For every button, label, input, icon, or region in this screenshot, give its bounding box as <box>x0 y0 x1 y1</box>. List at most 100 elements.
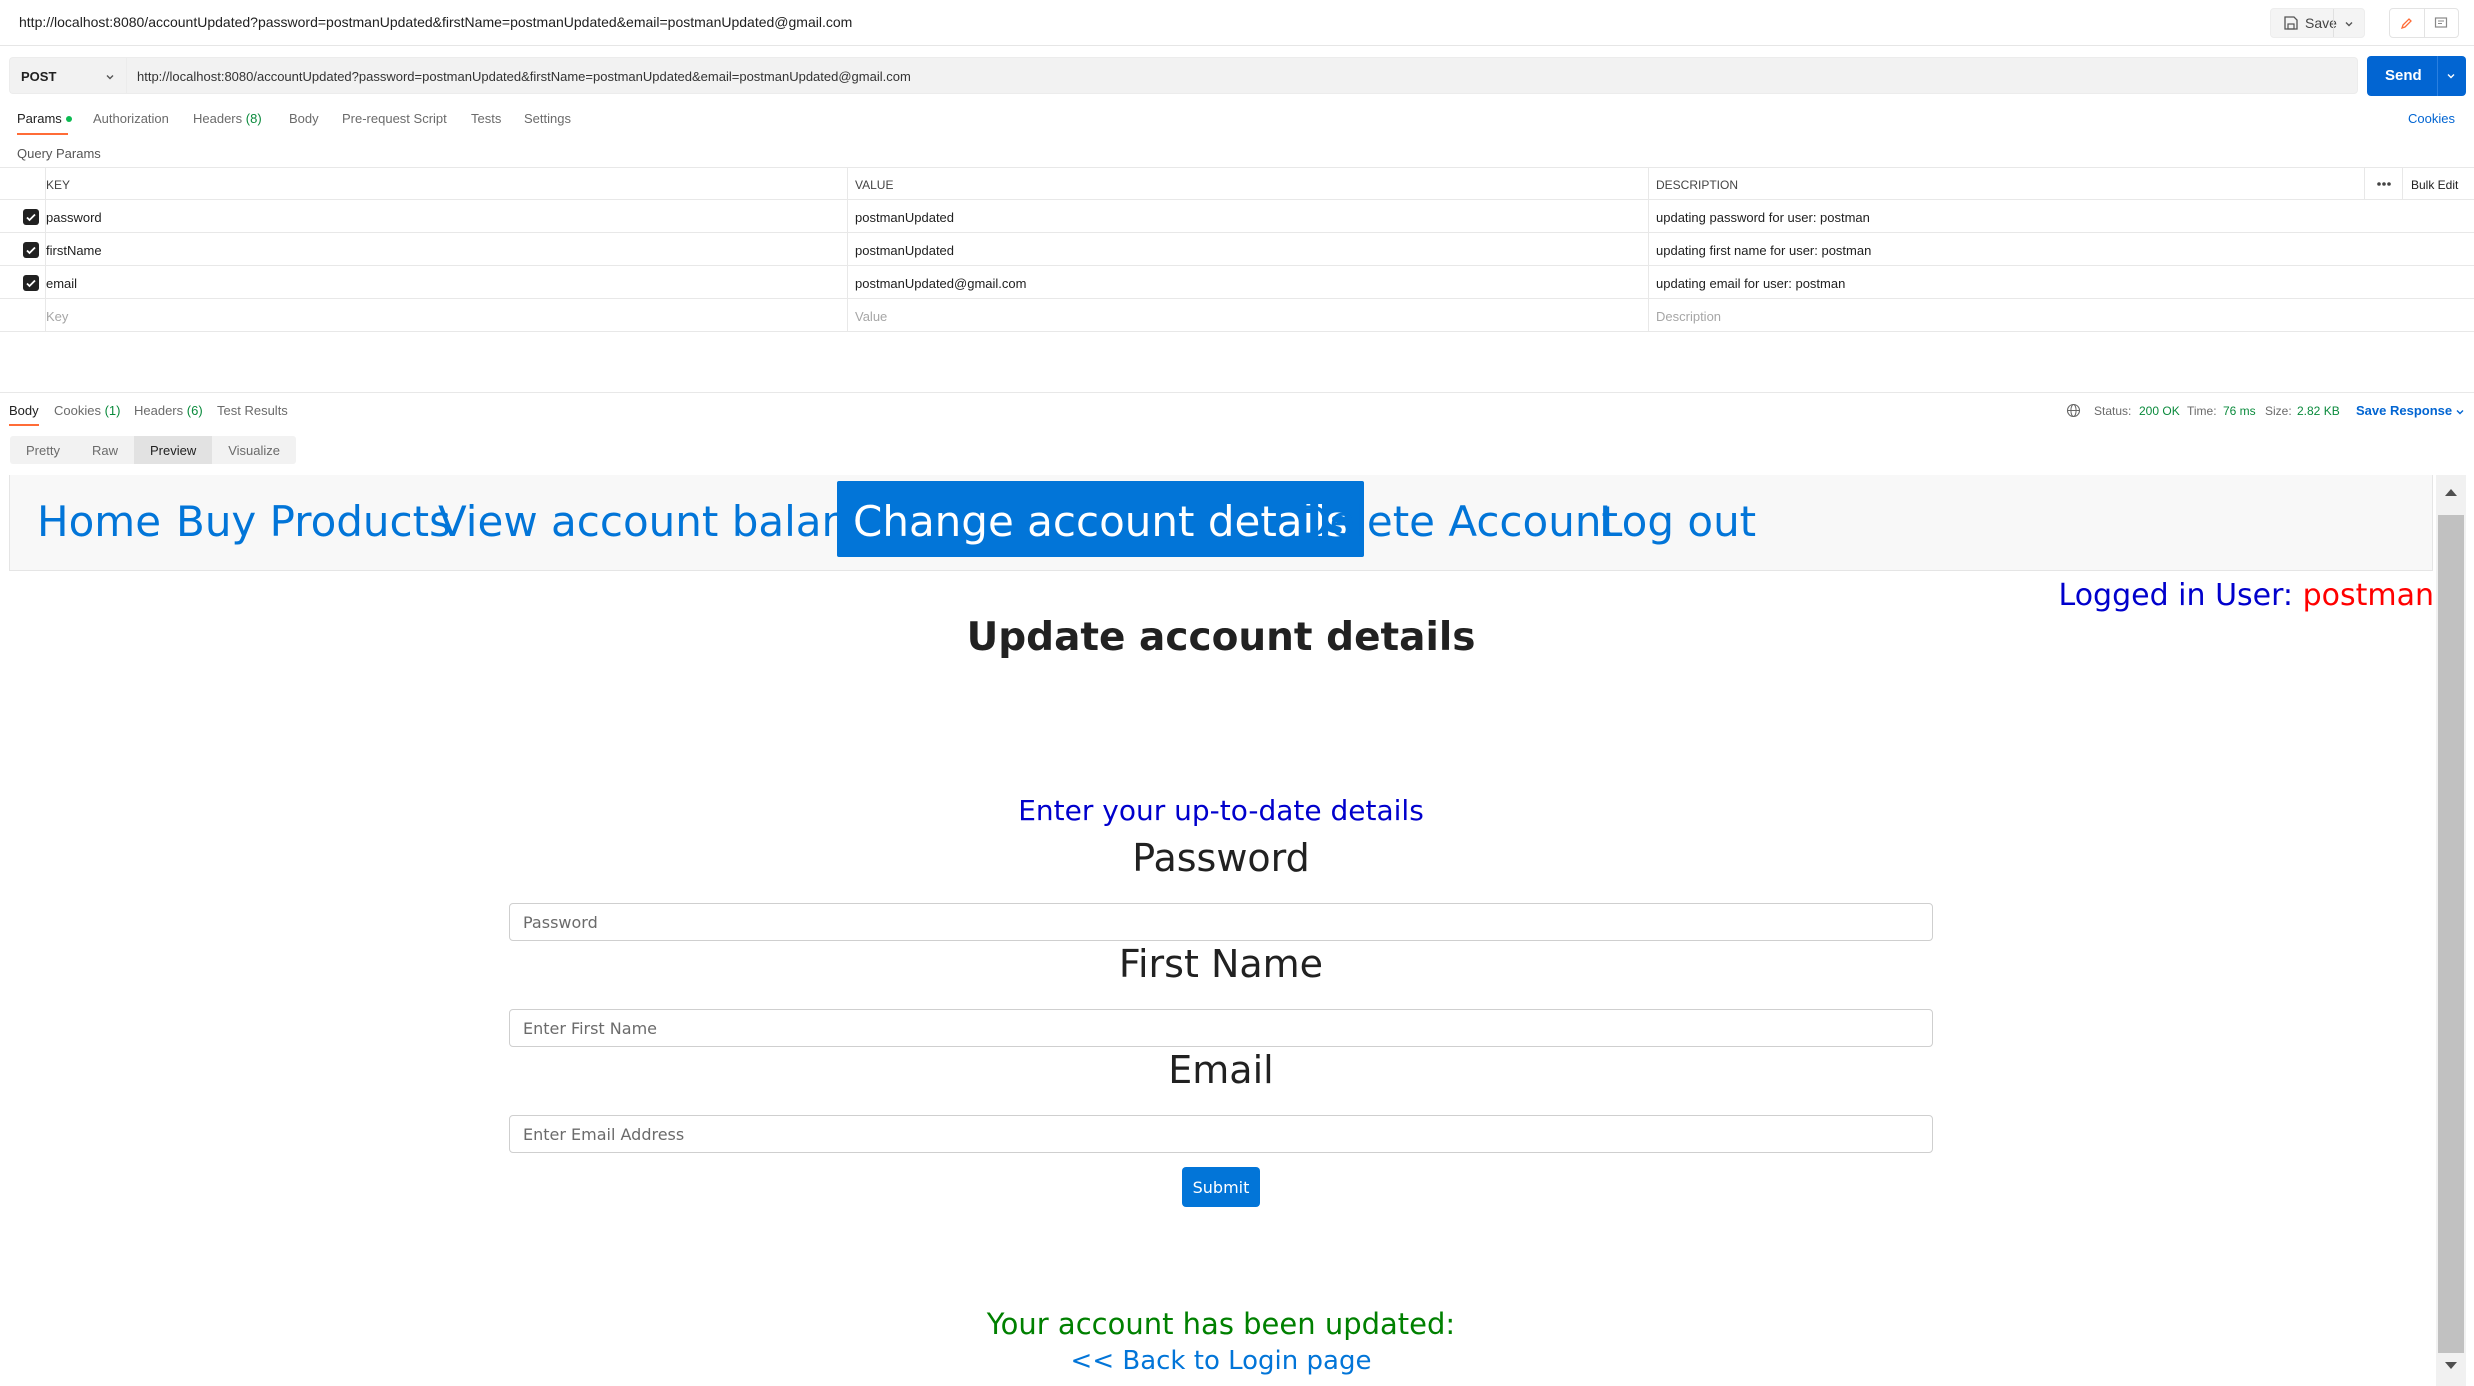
send-divider <box>2437 56 2438 96</box>
password-label: Password <box>1132 836 1310 880</box>
nav-delete-account[interactable]: Delete Account <box>1281 481 1634 557</box>
view-mode-visualize[interactable]: Visualize <box>212 436 296 464</box>
checkmark-icon <box>26 213 36 222</box>
save-icon <box>2284 16 2298 30</box>
chevron-down-icon[interactable] <box>2454 406 2466 418</box>
logged-in-username: postman <box>2302 578 2434 613</box>
panel-divider[interactable] <box>0 392 2474 393</box>
url-input[interactable]: http://localhost:8080/accountUpdated?pas… <box>126 57 2358 94</box>
tab-settings[interactable]: Settings <box>524 111 571 126</box>
param-value[interactable]: postmanUpdated@gmail.com <box>855 276 1026 291</box>
row-checkbox[interactable] <box>23 275 39 291</box>
scrollbar-thumb[interactable] <box>2438 515 2464 1353</box>
new-param-row: Key Value Description <box>0 299 2474 332</box>
site-navbar: Home Buy Products View account balance C… <box>9 475 2433 571</box>
size-value[interactable]: 2.82 KB <box>2297 404 2340 418</box>
method-select[interactable]: POST <box>9 57 126 94</box>
form-intro: Enter your up-to-date details <box>1018 794 1424 827</box>
checkmark-icon <box>26 279 36 288</box>
more-options-icon[interactable] <box>2374 177 2394 191</box>
email-input[interactable] <box>509 1115 1933 1153</box>
tab-authorization[interactable]: Authorization <box>93 111 169 126</box>
logged-in-user: Logged in User: postman <box>2058 578 2434 613</box>
table-row: password postmanUpdated updating passwor… <box>0 200 2474 233</box>
param-value[interactable]: postmanUpdated <box>855 243 954 258</box>
edit-icon[interactable] <box>2390 9 2425 37</box>
tab-test-results[interactable]: Test Results <box>217 403 288 418</box>
scroll-up-icon[interactable] <box>2444 487 2458 497</box>
param-description[interactable]: updating first name for user: postman <box>1656 243 1871 258</box>
view-mode-raw[interactable]: Raw <box>76 436 134 464</box>
nav-log-out[interactable]: Log out <box>1583 481 1772 557</box>
save-divider <box>2333 9 2334 37</box>
email-label: Email <box>1168 1048 1274 1092</box>
new-description-input[interactable]: Description <box>1656 309 1721 324</box>
password-input[interactable] <box>509 903 1933 941</box>
time-label: Time: <box>2187 404 2217 418</box>
param-key[interactable]: email <box>46 276 77 291</box>
table-row: firstName postmanUpdated updating first … <box>0 233 2474 266</box>
params-table: KEY VALUE DESCRIPTION Bulk Edit password… <box>0 167 2474 332</box>
first-name-input[interactable] <box>509 1009 1933 1047</box>
nav-buy-products[interactable]: Buy Products <box>160 481 467 557</box>
tab-response-body[interactable]: Body <box>9 403 39 418</box>
column-description: DESCRIPTION <box>1656 178 1739 192</box>
row-checkbox[interactable] <box>23 242 39 258</box>
response-meta: Status: 200 OK Time: 76 ms Size: 2.82 KB… <box>2066 402 2466 422</box>
param-description[interactable]: updating password for user: postman <box>1656 210 1870 225</box>
view-toggle <box>2389 8 2459 38</box>
submit-button[interactable]: Submit <box>1182 1167 1260 1207</box>
nav-home[interactable]: Home <box>21 481 177 557</box>
tab-response-headers[interactable]: Headers (6) <box>134 403 203 418</box>
chevron-down-icon <box>106 75 114 80</box>
tab-params[interactable]: Params <box>17 111 72 126</box>
size-label: Size: <box>2265 404 2292 418</box>
new-value-input[interactable]: Value <box>855 309 887 324</box>
view-mode-preview[interactable]: Preview <box>133 436 213 464</box>
table-row: email postmanUpdated@gmail.com updating … <box>0 266 2474 299</box>
first-name-label: First Name <box>1118 942 1324 986</box>
request-title[interactable]: http://localhost:8080/accountUpdated?pas… <box>19 14 852 30</box>
chevron-down-icon[interactable] <box>2343 18 2355 30</box>
query-params-label: Query Params <box>17 146 101 161</box>
param-key[interactable]: password <box>46 210 102 225</box>
row-checkbox[interactable] <box>23 209 39 225</box>
globe-icon[interactable] <box>2066 403 2081 418</box>
status-value[interactable]: 200 OK <box>2139 404 2180 418</box>
cookies-link[interactable]: Cookies <box>2408 111 2455 126</box>
success-message: Your account has been updated: <box>986 1307 1456 1341</box>
back-to-login-link[interactable]: << Back to Login page <box>9 1346 2433 1376</box>
title-bar: http://localhost:8080/accountUpdated?pas… <box>0 0 2474 46</box>
active-tab-underline <box>17 133 68 135</box>
checkmark-icon <box>26 246 36 255</box>
bulk-edit-button[interactable]: Bulk Edit <box>2411 178 2458 192</box>
active-tab-underline <box>9 424 39 426</box>
view-mode-switch: Pretty Raw Preview Visualize <box>10 436 297 464</box>
send-button[interactable]: Send <box>2367 56 2466 96</box>
send-label: Send <box>2385 67 2422 84</box>
new-key-input[interactable]: Key <box>46 309 68 324</box>
param-key[interactable]: firstName <box>46 243 102 258</box>
params-indicator-dot <box>65 115 72 122</box>
tab-pre-request-script[interactable]: Pre-request Script <box>342 111 447 126</box>
status-label: Status: <box>2094 404 2132 418</box>
tab-response-cookies[interactable]: Cookies (1) <box>54 403 120 418</box>
chevron-down-icon[interactable] <box>2445 70 2457 82</box>
tab-body[interactable]: Body <box>289 111 319 126</box>
param-description[interactable]: updating email for user: postman <box>1656 276 1845 291</box>
save-button[interactable]: Save <box>2270 8 2365 38</box>
column-value: VALUE <box>855 178 894 192</box>
params-header-row: KEY VALUE DESCRIPTION Bulk Edit <box>0 167 2474 200</box>
response-preview: Home Buy Products View account balance C… <box>9 475 2436 1386</box>
tab-headers[interactable]: Headers (8) <box>193 111 262 126</box>
time-value[interactable]: 76 ms <box>2223 404 2256 418</box>
save-response-button[interactable]: Save Response <box>2356 403 2452 418</box>
method-label: POST <box>21 69 57 84</box>
tab-tests[interactable]: Tests <box>471 111 501 126</box>
response-tabs: Body Cookies (1) Headers (6) Test Result… <box>9 403 609 429</box>
preview-scrollbar[interactable] <box>2436 475 2466 1386</box>
scroll-down-icon[interactable] <box>2444 1361 2458 1371</box>
comments-icon[interactable] <box>2425 9 2459 37</box>
view-mode-pretty[interactable]: Pretty <box>10 436 76 464</box>
param-value[interactable]: postmanUpdated <box>855 210 954 225</box>
